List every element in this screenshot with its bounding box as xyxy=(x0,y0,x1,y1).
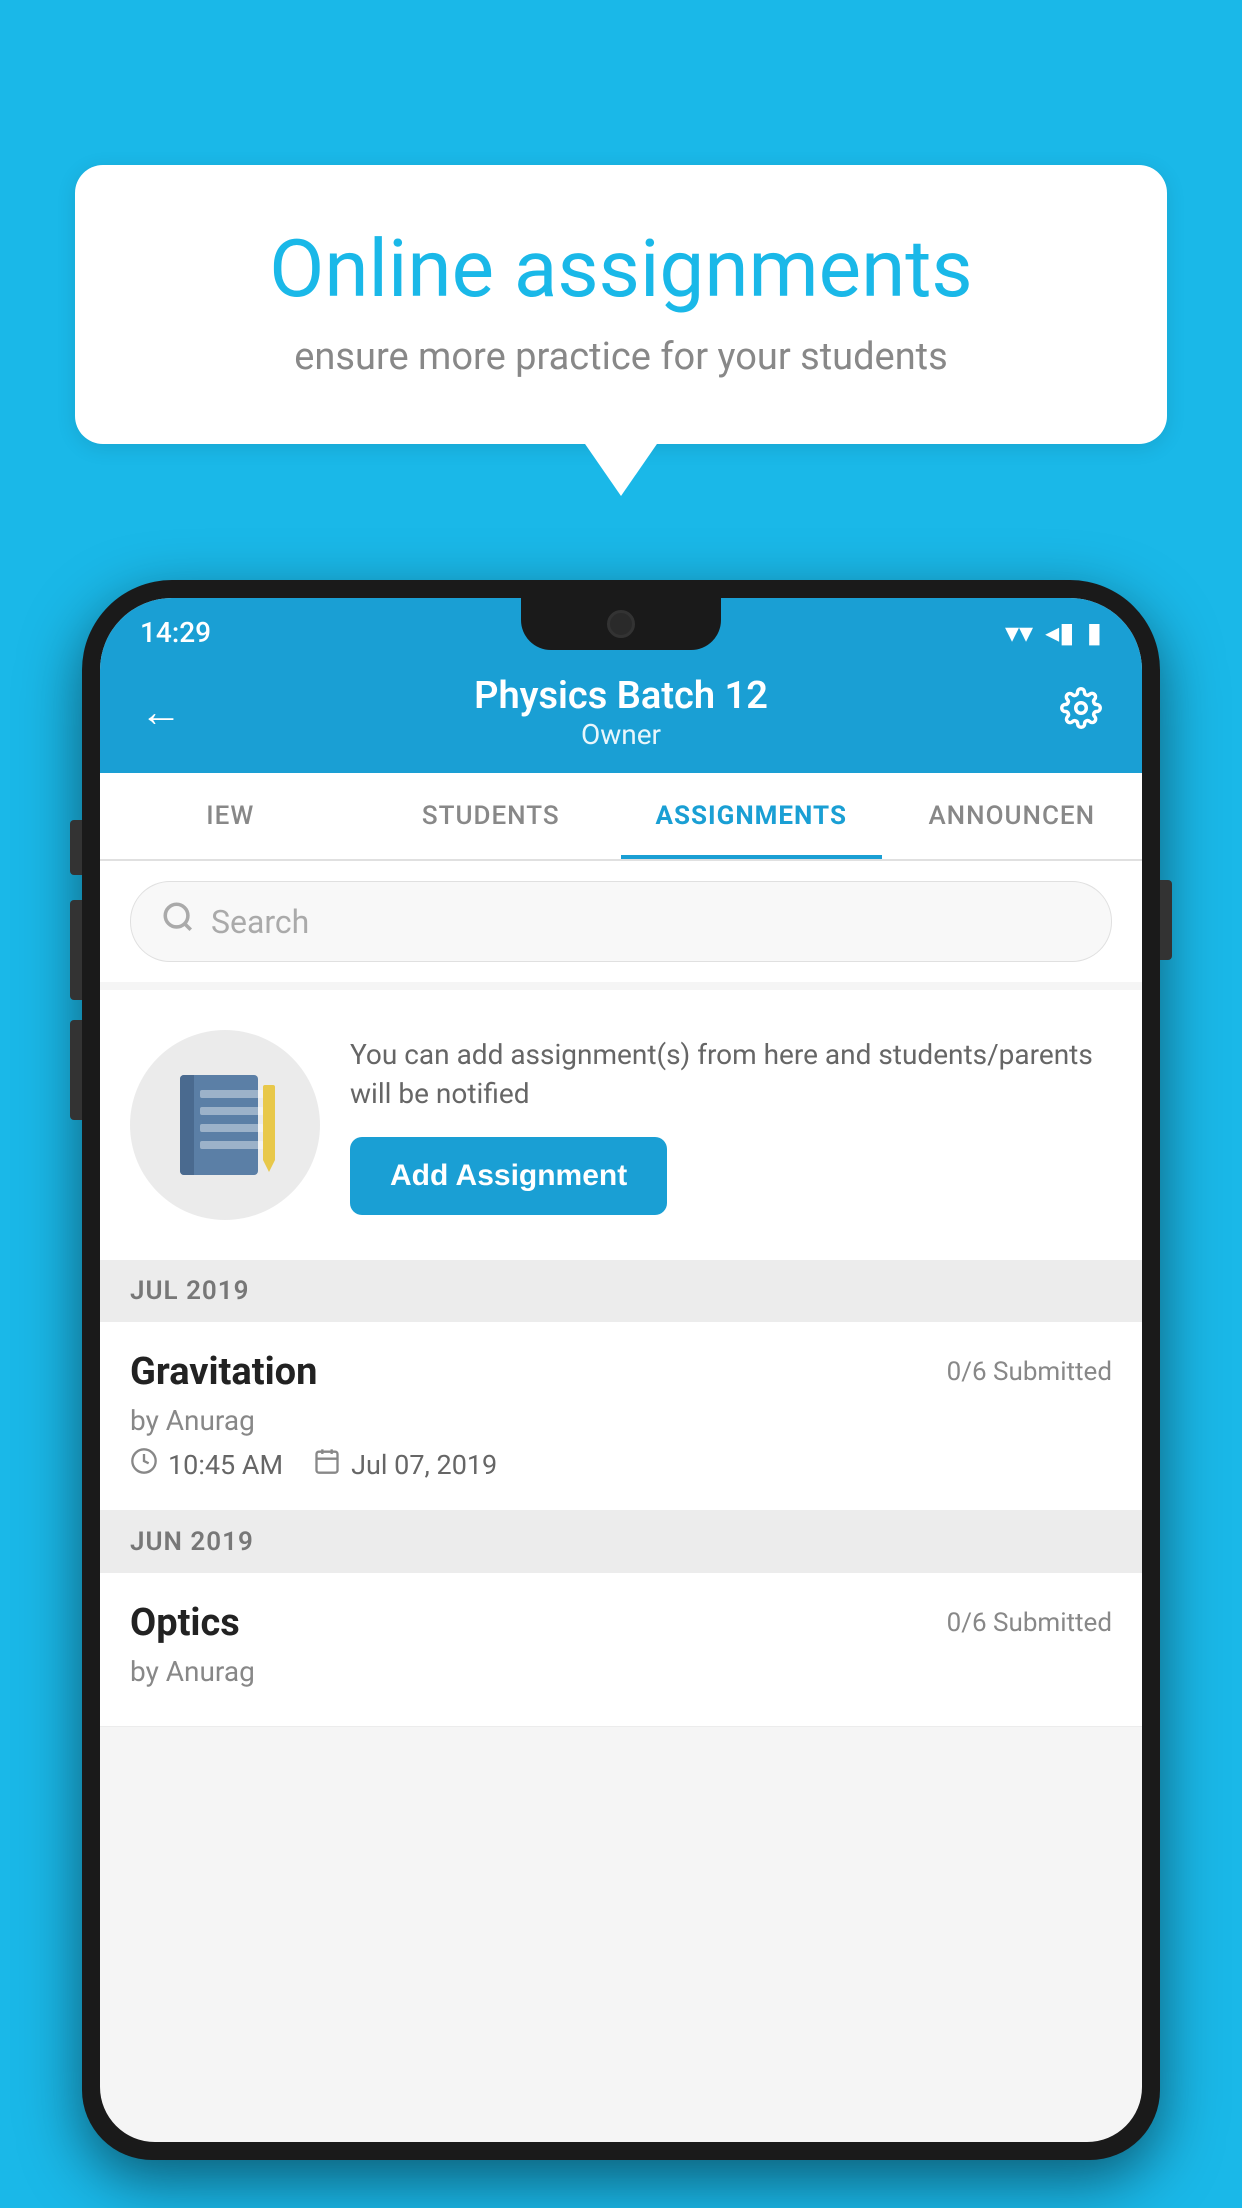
assignment-item-gravitation[interactable]: Gravitation 0/6 Submitted by Anurag 10:4… xyxy=(100,1322,1142,1511)
speech-bubble-container: Online assignments ensure more practice … xyxy=(75,165,1167,444)
app-header: ← Physics Batch 12 Owner xyxy=(100,656,1142,773)
search-bar[interactable]: Search xyxy=(130,881,1112,962)
battery-icon: ▮ xyxy=(1087,616,1102,649)
empty-state-section: You can add assignment(s) from here and … xyxy=(100,990,1142,1260)
assignment-time-value: 10:45 AM xyxy=(168,1449,283,1481)
notebook-lines xyxy=(200,1090,264,1158)
notebook-line-3 xyxy=(200,1124,264,1132)
header-subtitle: Owner xyxy=(182,718,1060,751)
assignment-item-optics[interactable]: Optics 0/6 Submitted by Anurag xyxy=(100,1573,1142,1727)
volume-up-button xyxy=(70,900,82,1000)
assignment-time-gravitation: 10:45 AM xyxy=(130,1447,283,1482)
tabs-container: IEW STUDENTS ASSIGNMENTS ANNOUNCEN xyxy=(100,773,1142,861)
assignment-name-optics: Optics xyxy=(130,1601,240,1645)
assignment-submitted-gravitation: 0/6 Submitted xyxy=(947,1357,1112,1387)
volume-mute-button xyxy=(70,820,82,875)
assignment-item-top: Gravitation 0/6 Submitted xyxy=(130,1350,1112,1394)
search-container: Search xyxy=(100,861,1142,982)
notebook-spine xyxy=(180,1075,194,1175)
pencil-tip xyxy=(263,1160,275,1172)
notebook-line-4 xyxy=(200,1141,264,1149)
assignment-by-gravitation: by Anurag xyxy=(130,1404,1112,1437)
pencil-icon xyxy=(263,1085,275,1160)
phone-notch xyxy=(521,598,721,650)
back-button[interactable]: ← xyxy=(140,688,182,737)
speech-bubble-subtitle: ensure more practice for your students xyxy=(145,335,1097,379)
assignment-item-top-optics: Optics 0/6 Submitted xyxy=(130,1601,1112,1645)
search-placeholder: Search xyxy=(211,903,309,941)
wifi-icon: ▾▾ xyxy=(1005,616,1033,649)
front-camera xyxy=(607,610,635,638)
section-header-jun: JUN 2019 xyxy=(100,1511,1142,1573)
section-header-jul: JUL 2019 xyxy=(100,1260,1142,1322)
assignment-icon-circle xyxy=(130,1030,320,1220)
power-button xyxy=(1160,880,1172,960)
settings-icon[interactable] xyxy=(1060,687,1102,739)
tab-students[interactable]: STUDENTS xyxy=(361,773,622,859)
clock-icon xyxy=(130,1447,158,1482)
notebook-line-2 xyxy=(200,1107,264,1115)
tab-iew[interactable]: IEW xyxy=(100,773,361,859)
assignment-submitted-optics: 0/6 Submitted xyxy=(947,1608,1112,1638)
status-icons: ▾▾ ◂▮ ▮ xyxy=(1005,616,1102,649)
empty-state-description: You can add assignment(s) from here and … xyxy=(350,1035,1112,1113)
search-icon xyxy=(161,900,195,943)
assignment-date-value: Jul 07, 2019 xyxy=(351,1449,497,1481)
speech-bubble-title: Online assignments xyxy=(145,225,1097,313)
tab-announcements[interactable]: ANNOUNCEN xyxy=(882,773,1143,859)
phone-outer: 14:29 ▾▾ ◂▮ ▮ ← Physics Batch 12 Owner xyxy=(82,580,1160,2160)
notebook-line-1 xyxy=(200,1090,264,1098)
assignment-by-optics: by Anurag xyxy=(130,1655,1112,1688)
add-assignment-button[interactable]: Add Assignment xyxy=(350,1137,667,1215)
phone-device: 14:29 ▾▾ ◂▮ ▮ ← Physics Batch 12 Owner xyxy=(82,580,1160,2208)
header-title: Physics Batch 12 xyxy=(182,674,1060,718)
assignment-date-gravitation: Jul 07, 2019 xyxy=(313,1447,497,1482)
calendar-icon xyxy=(313,1447,341,1482)
tab-assignments[interactable]: ASSIGNMENTS xyxy=(621,773,882,859)
speech-bubble: Online assignments ensure more practice … xyxy=(75,165,1167,444)
assignment-name-gravitation: Gravitation xyxy=(130,1350,317,1394)
phone-screen: 14:29 ▾▾ ◂▮ ▮ ← Physics Batch 12 Owner xyxy=(100,598,1142,2142)
signal-icon: ◂▮ xyxy=(1045,616,1074,649)
volume-down-button xyxy=(70,1020,82,1120)
status-time: 14:29 xyxy=(140,616,211,649)
notebook-icon xyxy=(180,1075,270,1175)
empty-state-right: You can add assignment(s) from here and … xyxy=(350,1035,1112,1215)
header-center: Physics Batch 12 Owner xyxy=(182,674,1060,751)
assignment-meta-gravitation: 10:45 AM Jul 07, 2019 xyxy=(130,1447,1112,1482)
